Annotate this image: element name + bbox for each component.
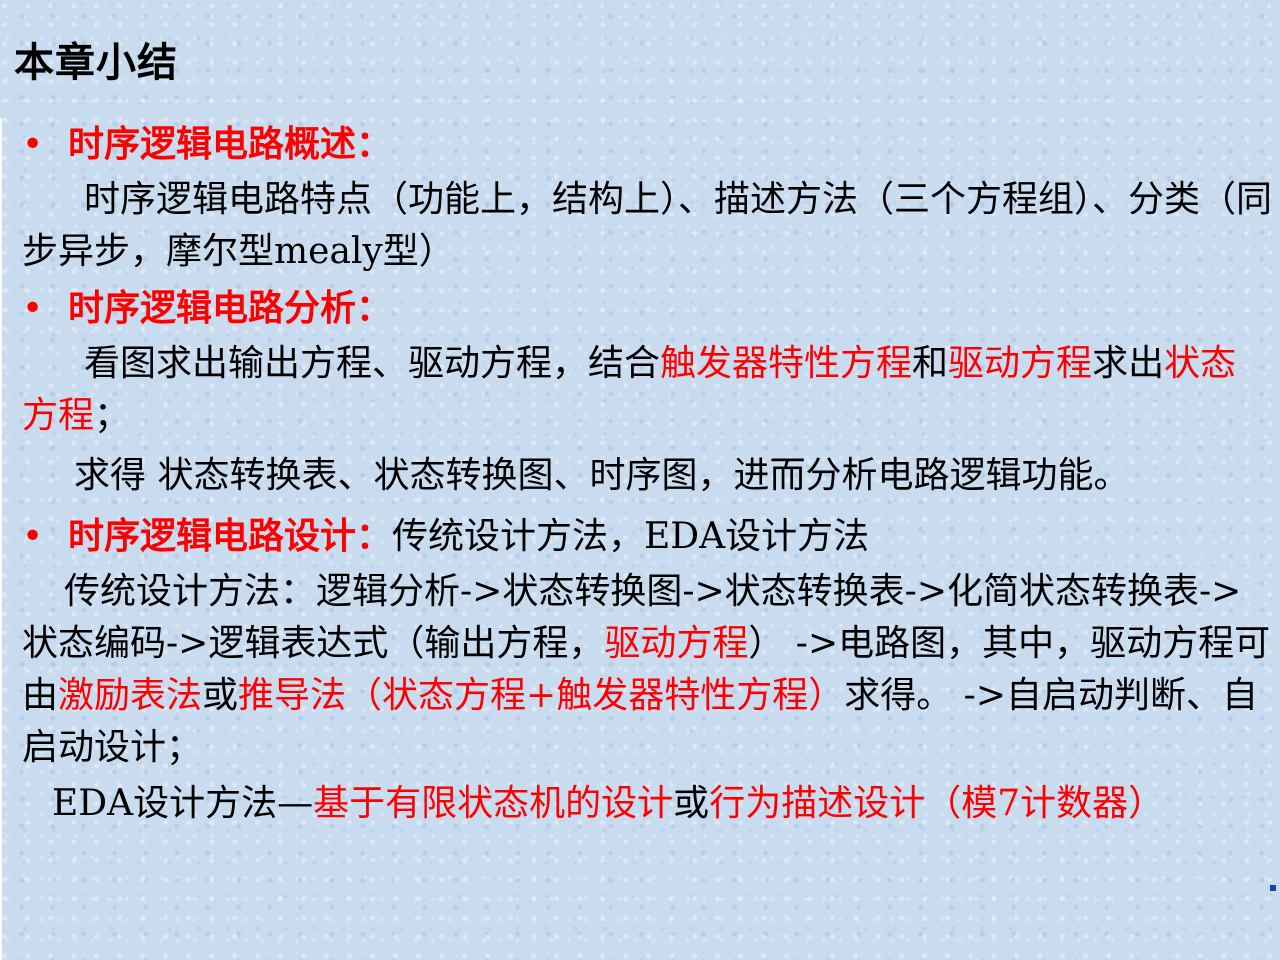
bullet-icon: • — [22, 288, 44, 329]
bullet-design: • 时序逻辑电路设计：传统设计方法，EDA设计方法 — [22, 510, 1272, 566]
design-heading-tail: 传统设计方法，EDA设计方法 — [392, 516, 870, 557]
slide-body: • 时序逻辑电路概述： 时序逻辑电路特点（功能上，结构上）、描述方法（三个方程组）… — [22, 118, 1272, 830]
bullet-analysis: • 时序逻辑电路分析： — [22, 282, 1272, 338]
design-paragraph-2: EDA设计方法—基于有限状态机的设计或行为描述设计（模7计数器） — [22, 778, 1272, 830]
design-text: EDA设计方法— — [52, 783, 314, 824]
design-highlight: 推导法（状态方程+触发器特性方程） — [238, 675, 845, 716]
analysis-text: ； — [94, 395, 131, 436]
bullet-icon: • — [22, 124, 44, 165]
design-heading: 时序逻辑电路设计： — [68, 515, 393, 557]
design-highlight: 行为描述设计（模7计数器） — [709, 783, 1165, 824]
left-divider — [0, 118, 2, 960]
bullet-overview: • 时序逻辑电路概述： — [22, 118, 1272, 174]
corner-marker — [1270, 885, 1276, 891]
overview-text: 时序逻辑电路特点（功能上，结构上）、描述方法（三个方程组）、分类（同步异步，摩尔… — [22, 174, 1272, 278]
analysis-paragraph-2: 求得 状态转换表、状态转换图、时序图，进而分析电路逻辑功能。 — [22, 450, 1272, 502]
analysis-text: 和 — [912, 343, 949, 384]
slide-title: 本章小结 — [14, 40, 178, 86]
analysis-heading: 时序逻辑电路分析： — [68, 287, 393, 329]
design-text: 或 — [673, 783, 710, 824]
design-highlight: 基于有限状态机的设计 — [313, 783, 674, 824]
analysis-text: 求得 状态转换表、状态转换图、时序图，进而分析电路逻辑功能。 — [74, 455, 1130, 496]
design-paragraph-1: 传统设计方法：逻辑分析->状态转换图->状态转换表->化简状态转换表->状态编码… — [22, 566, 1272, 774]
analysis-highlight: 触发器特性方程 — [660, 343, 913, 384]
design-text: 或 — [202, 675, 239, 716]
design-highlight: 驱动方程 — [604, 623, 749, 664]
analysis-text: 求出 — [1092, 343, 1165, 384]
overview-body: 时序逻辑电路特点（功能上，结构上）、描述方法（三个方程组）、分类（同步异步，摩尔… — [22, 179, 1273, 272]
analysis-paragraph-1: 看图求出输出方程、驱动方程，结合触发器特性方程和驱动方程求出状态方程； — [22, 338, 1272, 442]
analysis-text: 看图求出输出方程、驱动方程，结合 — [84, 343, 661, 384]
analysis-highlight: 驱动方程 — [948, 343, 1093, 384]
overview-heading: 时序逻辑电路概述： — [68, 123, 393, 165]
bullet-icon: • — [22, 516, 44, 557]
design-highlight: 激励表法 — [58, 675, 203, 716]
